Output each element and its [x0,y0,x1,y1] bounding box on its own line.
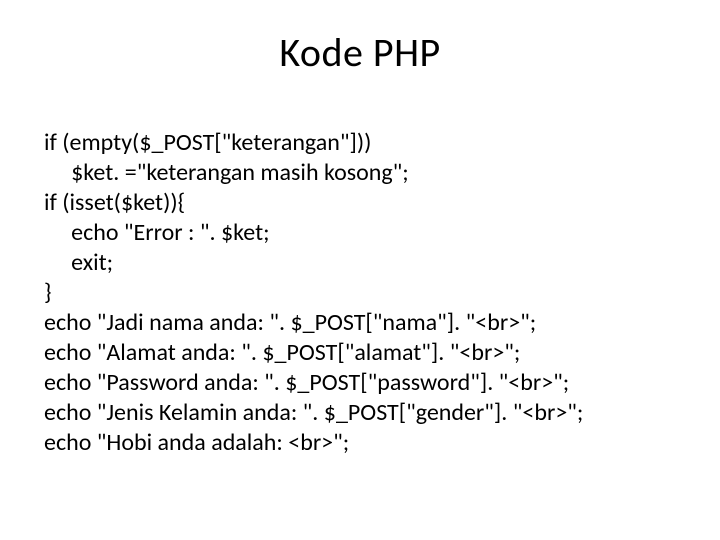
slide-title: Kode PHP [0,28,720,77]
slide: Kode PHP if (empty($_POST["keterangan"])… [0,0,720,540]
php-code-block: if (empty($_POST["keterangan"])) $ket. =… [44,128,676,458]
